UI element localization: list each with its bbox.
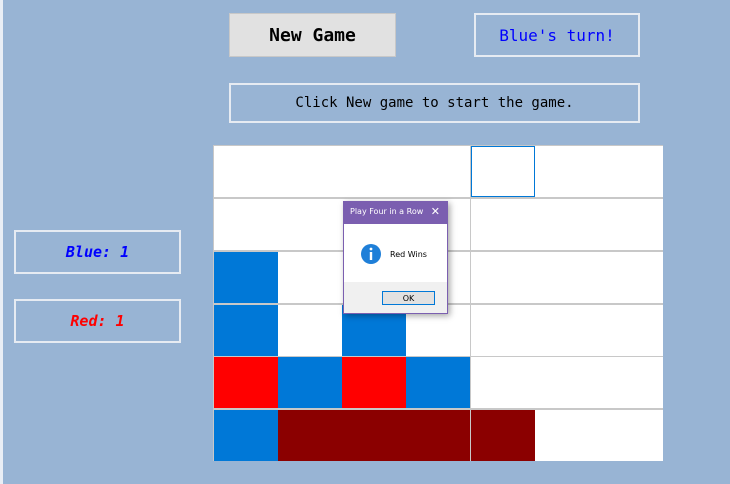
- close-icon[interactable]: ✕: [431, 205, 440, 218]
- dialog-message: Red Wins: [390, 250, 427, 259]
- board-cell-r1-c5[interactable]: [535, 199, 599, 250]
- board-cell-r0-c6[interactable]: [599, 146, 663, 197]
- board-cell-r4-c6[interactable]: [599, 357, 663, 408]
- board-cell-r5-c4[interactable]: [471, 410, 535, 461]
- message-dialog: Play Four in a Row ✕ Red Wins OK: [343, 201, 448, 314]
- board-cell-r3-c0[interactable]: [214, 305, 278, 356]
- board-cell-r4-c0[interactable]: [214, 357, 278, 408]
- blue-score: Blue: 1: [14, 230, 181, 274]
- board-cell-r3-c4[interactable]: [471, 305, 535, 356]
- board-cell-r5-c3[interactable]: [406, 410, 470, 461]
- board-cell-r1-c4[interactable]: [471, 199, 535, 250]
- board-cell-r1-c0[interactable]: [214, 199, 278, 250]
- board-cell-r5-c5[interactable]: [535, 410, 599, 461]
- board-cell-r2-c5[interactable]: [535, 252, 599, 303]
- info-icon: [361, 244, 381, 264]
- board-cell-r0-c3[interactable]: [406, 146, 470, 197]
- board-cell-r3-c5[interactable]: [535, 305, 599, 356]
- status-message: Click New game to start the game.: [229, 83, 640, 123]
- dialog-titlebar: Play Four in a Row ✕: [344, 202, 447, 224]
- board-cell-r2-c1[interactable]: [278, 252, 342, 303]
- board-cell-r4-c2[interactable]: [342, 357, 406, 408]
- board-cell-r5-c0[interactable]: [214, 410, 278, 461]
- ok-button[interactable]: OK: [382, 291, 435, 305]
- window-left-edge: [0, 0, 3, 484]
- board-cell-r5-c6[interactable]: [599, 410, 663, 461]
- turn-indicator: Blue's turn!: [474, 13, 640, 57]
- board-cell-r5-c1[interactable]: [278, 410, 342, 461]
- board-cell-r2-c0[interactable]: [214, 252, 278, 303]
- board-cell-r0-c4[interactable]: [471, 146, 535, 197]
- red-score: Red: 1: [14, 299, 181, 343]
- board-cell-r0-c0[interactable]: [214, 146, 278, 197]
- board-cell-r0-c1[interactable]: [278, 146, 342, 197]
- board-cell-r4-c3[interactable]: [406, 357, 470, 408]
- board-cell-r5-c2[interactable]: [342, 410, 406, 461]
- board-cell-r1-c1[interactable]: [278, 199, 342, 250]
- dialog-title: Play Four in a Row: [350, 207, 424, 216]
- board-cell-r2-c4[interactable]: [471, 252, 535, 303]
- board-cell-r3-c1[interactable]: [278, 305, 342, 356]
- board-cell-r0-c5[interactable]: [535, 146, 599, 197]
- board-cell-r3-c6[interactable]: [599, 305, 663, 356]
- board-cell-r4-c4[interactable]: [471, 357, 535, 408]
- board-cell-r2-c6[interactable]: [599, 252, 663, 303]
- dialog-footer: OK: [344, 282, 447, 313]
- new-game-button[interactable]: New Game: [229, 13, 396, 57]
- board-cell-r4-c5[interactable]: [535, 357, 599, 408]
- board-cell-r4-c1[interactable]: [278, 357, 342, 408]
- board-cell-r1-c6[interactable]: [599, 199, 663, 250]
- board-cell-r0-c2[interactable]: [342, 146, 406, 197]
